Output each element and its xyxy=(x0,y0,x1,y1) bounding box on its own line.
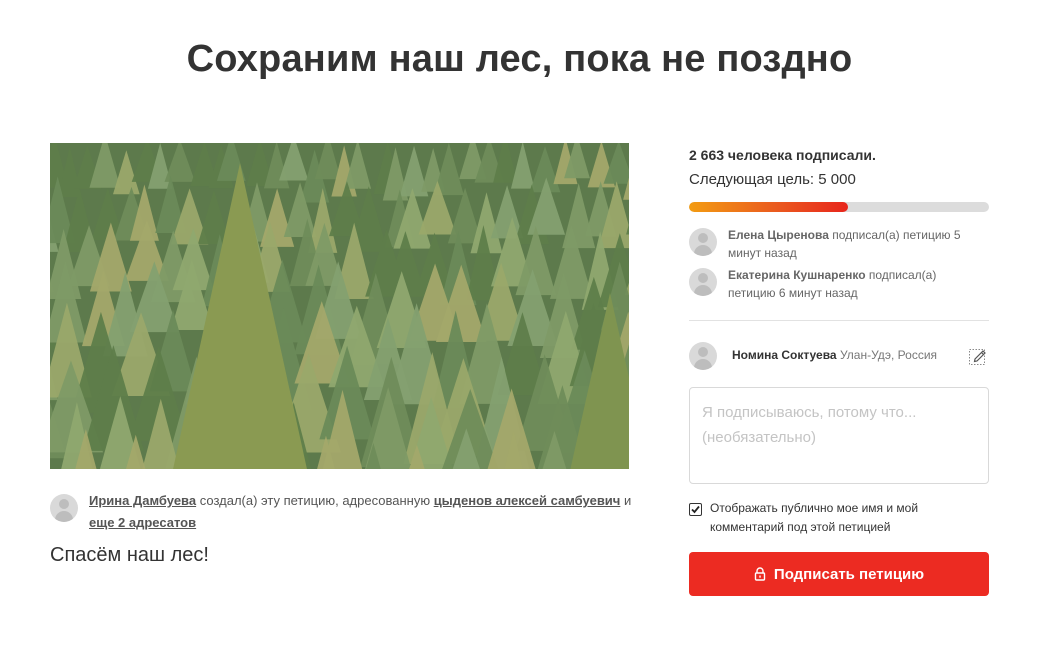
progress-fill xyxy=(689,202,848,212)
signature-progress-bar xyxy=(689,202,989,212)
creator-text: Ирина Дамбуева создал(а) эту петицию, ад… xyxy=(89,490,639,534)
creator-name-link[interactable]: Ирина Дамбуева xyxy=(89,493,196,508)
signature-count: 2 663 человека подписали. xyxy=(689,147,876,163)
next-goal: Следующая цель: 5 000 xyxy=(689,171,856,188)
comment-field[interactable] xyxy=(689,387,989,484)
sign-petition-button[interactable]: Подписать петицию xyxy=(689,552,989,596)
creator-avatar xyxy=(50,494,78,522)
recent-signer-text: Екатерина Кушнаренко подписал(а) петицию… xyxy=(728,266,986,302)
public-display-checkbox[interactable] xyxy=(689,503,702,516)
creator-action-text: создал(а) эту петицию, адресованную xyxy=(196,493,434,508)
signer-avatar xyxy=(689,228,717,256)
petition-title: Сохраним наш лес, пока не поздно xyxy=(186,38,853,80)
current-signer: Номина Соктуева Улан-Удэ, Россия xyxy=(689,342,989,372)
forest-image xyxy=(50,143,629,469)
petition-description: Спасём наш лес! xyxy=(50,544,209,566)
pencil-edit-icon[interactable] xyxy=(968,346,988,366)
current-signer-text: Номина Соктуева Улан-Удэ, Россия xyxy=(732,348,937,362)
recipient-link[interactable]: цыденов алексей самбуевич xyxy=(434,493,621,508)
petition-image xyxy=(50,143,629,469)
lock-icon xyxy=(754,567,766,581)
more-recipients-link[interactable]: еще 2 адресатов xyxy=(89,515,196,530)
recent-signer-text: Елена Цыренова подписал(а) петицию 5 мин… xyxy=(728,226,986,262)
public-display-label: Отображать публично мое имя и мой коммен… xyxy=(710,501,919,534)
recent-signer-name: Екатерина Кушнаренко xyxy=(728,268,866,282)
current-signer-avatar xyxy=(689,342,717,370)
divider xyxy=(689,320,989,321)
signer-avatar xyxy=(689,268,717,296)
checkmark-icon xyxy=(691,505,700,514)
creator-and-text: и xyxy=(620,493,632,508)
recent-signer-name: Елена Цыренова xyxy=(728,228,829,242)
sign-petition-label: Подписать петицию xyxy=(773,565,925,583)
current-signer-location: Улан-Удэ, Россия xyxy=(839,348,938,362)
current-signer-name: Номина Соктуева xyxy=(732,348,837,362)
